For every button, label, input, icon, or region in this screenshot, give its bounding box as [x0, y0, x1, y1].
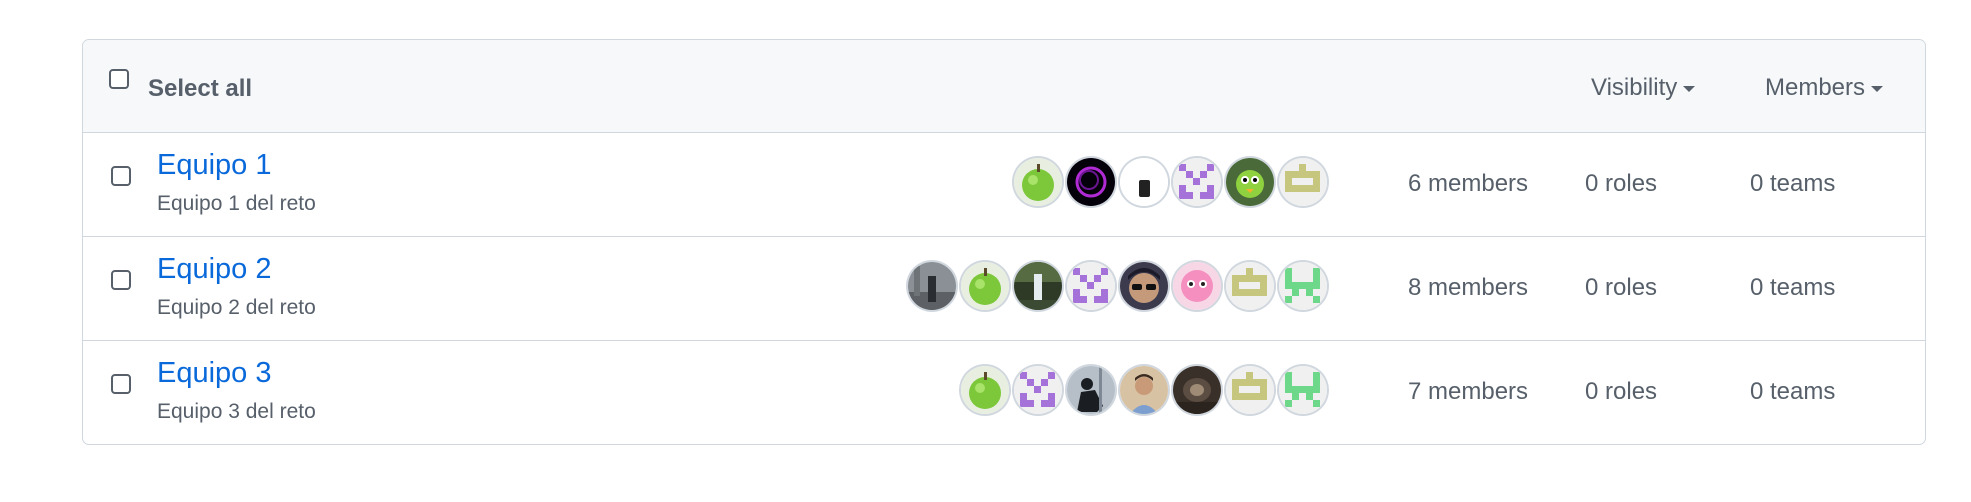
white-device-avatar[interactable] [1120, 158, 1168, 206]
green-identicon-avatar[interactable] [1279, 262, 1327, 310]
team-members-count[interactable]: 7 members [1408, 378, 1528, 406]
team-roles-count[interactable]: 0 roles [1585, 274, 1657, 302]
team-row: Equipo 2 Equipo 2 del reto 8 members 0 r… [83, 237, 1925, 341]
sunglasses-portrait-avatar[interactable] [1120, 262, 1168, 310]
member-avatars [961, 366, 1327, 414]
team-checkbox[interactable] [111, 374, 131, 394]
purple-identicon-avatar[interactable] [1014, 366, 1062, 414]
team-name-link[interactable]: Equipo 2 [157, 253, 272, 286]
team-name-link[interactable]: Equipo 3 [157, 357, 272, 390]
team-row: Equipo 3 Equipo 3 del reto 7 members 0 r… [83, 341, 1925, 444]
team-name-link[interactable]: Equipo 1 [157, 149, 272, 182]
teams-list-panel: Select all Visibility Members Equipo 1 E… [82, 39, 1926, 445]
green-apple-avatar[interactable] [1014, 158, 1062, 206]
team-description: Equipo 3 del reto [157, 400, 316, 423]
tunnel-photo-avatar[interactable] [1173, 366, 1221, 414]
pink-anime-avatar[interactable] [1173, 262, 1221, 310]
member-avatars [908, 262, 1327, 310]
purple-identicon-avatar[interactable] [1067, 262, 1115, 310]
teams-list-header: Select all Visibility Members [83, 40, 1925, 133]
green-bird-avatar[interactable] [1226, 158, 1274, 206]
caret-down-icon [1871, 86, 1884, 92]
member-avatars [1014, 158, 1327, 206]
olive-identicon-avatar[interactable] [1279, 158, 1327, 206]
team-child-teams-count[interactable]: 0 teams [1750, 378, 1835, 406]
dark-swirl-avatar[interactable] [1067, 158, 1115, 206]
members-filter-label: Members [1765, 74, 1866, 101]
waterfall-photo-avatar[interactable] [1014, 262, 1062, 310]
green-apple-avatar[interactable] [961, 262, 1009, 310]
olive-identicon-avatar[interactable] [1226, 262, 1274, 310]
team-description: Equipo 2 del reto [157, 296, 316, 319]
team-description: Equipo 1 del reto [157, 192, 316, 215]
team-roles-count[interactable]: 0 roles [1585, 170, 1657, 198]
caret-down-icon [1683, 86, 1696, 92]
team-checkbox[interactable] [111, 166, 131, 186]
select-all-label: Select all [148, 75, 253, 102]
visibility-filter-label: Visibility [1591, 74, 1678, 101]
green-apple-avatar[interactable] [961, 366, 1009, 414]
team-checkbox[interactable] [111, 270, 131, 290]
team-child-teams-count[interactable]: 0 teams [1750, 274, 1835, 302]
members-filter-dropdown[interactable]: Members [1765, 74, 1884, 102]
visibility-filter-dropdown[interactable]: Visibility [1591, 74, 1696, 102]
team-roles-count[interactable]: 0 roles [1585, 378, 1657, 406]
man-portrait-avatar[interactable] [1120, 366, 1168, 414]
silhouette-photo-avatar[interactable] [1067, 366, 1115, 414]
green-identicon-avatar[interactable] [1279, 366, 1327, 414]
team-members-count[interactable]: 6 members [1408, 170, 1528, 198]
team-child-teams-count[interactable]: 0 teams [1750, 170, 1835, 198]
olive-identicon-avatar[interactable] [1226, 366, 1274, 414]
purple-identicon-avatar[interactable] [1173, 158, 1221, 206]
street-photo-avatar[interactable] [908, 262, 956, 310]
select-all-checkbox[interactable] [109, 69, 129, 89]
team-members-count[interactable]: 8 members [1408, 274, 1528, 302]
team-row: Equipo 1 Equipo 1 del reto 6 members 0 r… [83, 133, 1925, 237]
